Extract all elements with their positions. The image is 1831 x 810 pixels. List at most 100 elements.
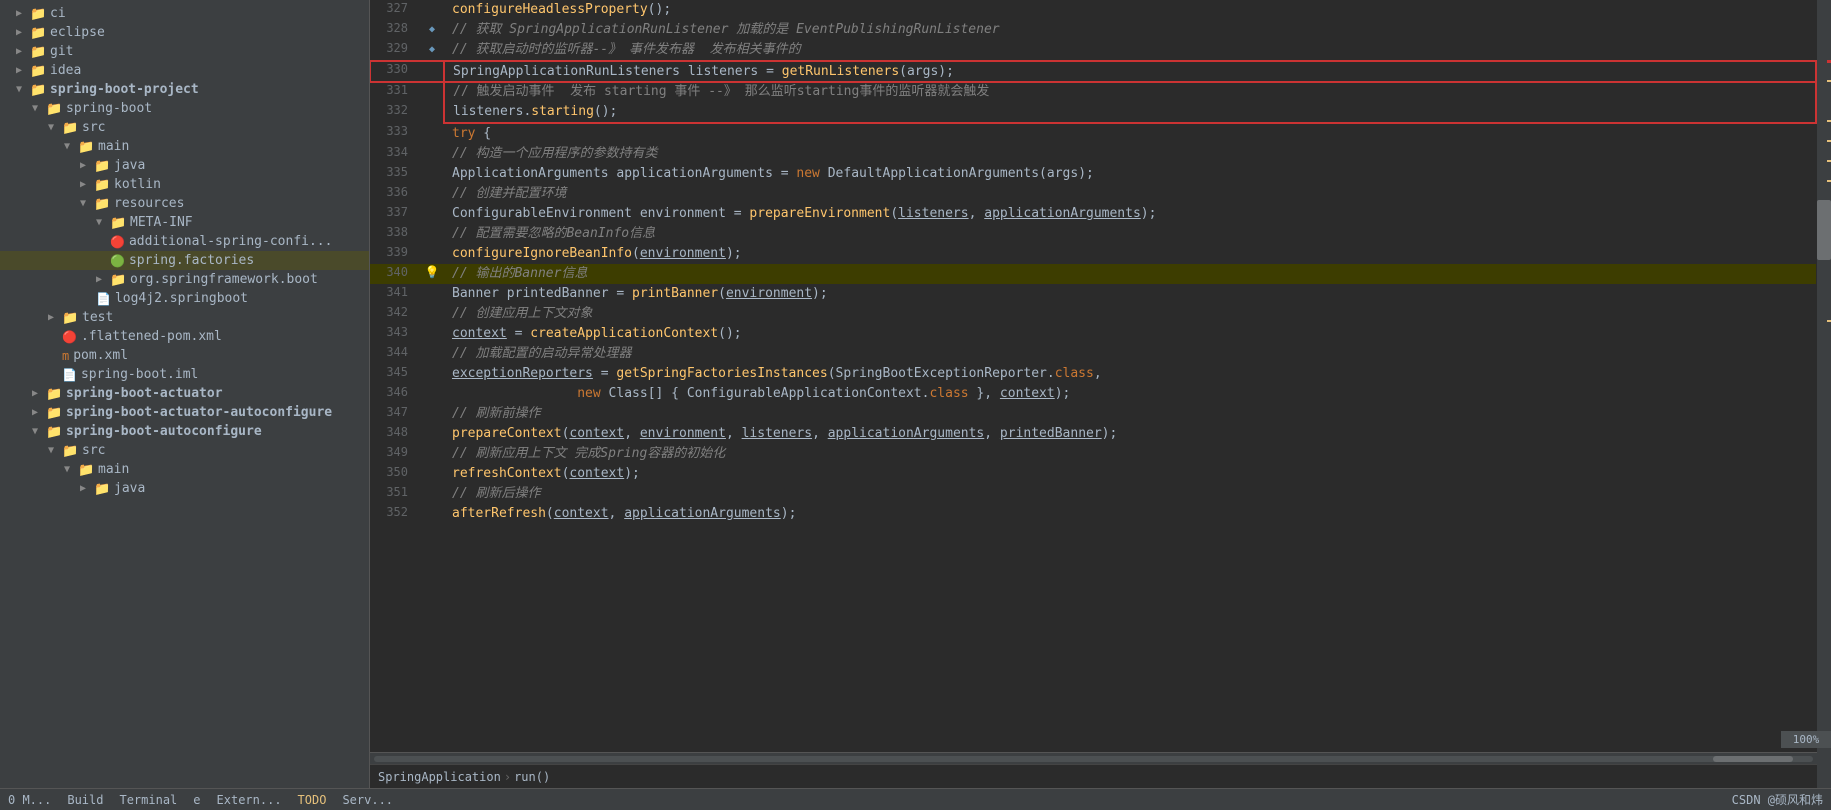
sidebar-item-log4j2[interactable]: 📄 log4j2.springboot	[0, 289, 369, 308]
sidebar-label-src: src	[82, 120, 105, 135]
main-container: ▶ 📁 ci ▶ 📁 eclipse ▶ 📁 git ▶ 📁 idea ▼ 📁 …	[0, 0, 1831, 788]
gutter-330	[420, 61, 444, 82]
sidebar-label-src2: src	[82, 443, 105, 458]
table-row: 342 // 创建应用上下文对象	[370, 304, 1816, 324]
sidebar-item-java[interactable]: ▶ 📁 java	[0, 156, 369, 175]
status-todo[interactable]: TODO	[298, 793, 327, 807]
table-row: 334 // 构造一个应用程序的参数持有类	[370, 144, 1816, 164]
gutter-342	[420, 304, 444, 324]
table-row: 337 ConfigurableEnvironment environment …	[370, 204, 1816, 224]
sidebar-item-main[interactable]: ▼ 📁 main	[0, 137, 369, 156]
line-number: 339	[370, 244, 420, 264]
line-number: 332	[370, 102, 420, 123]
sidebar-label-test: test	[82, 310, 113, 325]
horizontal-scrollbar[interactable]	[370, 752, 1817, 764]
breadcrumb-run[interactable]: run()	[514, 770, 550, 784]
sidebar-item-git[interactable]: ▶ 📁 git	[0, 42, 369, 61]
status-serv[interactable]: Serv...	[342, 793, 393, 807]
sidebar-item-actuator-auto[interactable]: ▶ 📁 spring-boot-actuator-autoconfigure	[0, 403, 369, 422]
scrollbar-track[interactable]	[374, 756, 1813, 762]
line-code-347: // 刷新前操作	[444, 404, 1816, 424]
sidebar-label-java: java	[114, 158, 145, 173]
indicator-yellow-5	[1827, 180, 1831, 182]
line-code-332: listeners.starting();	[444, 102, 1816, 123]
scrollbar-thumb[interactable]	[1713, 756, 1793, 762]
gutter-345	[420, 364, 444, 384]
folder-icon-sbp: 📁	[30, 83, 46, 97]
sidebar-item-src[interactable]: ▼ 📁 src	[0, 118, 369, 137]
line-code-338: // 配置需要忽略的BeanInfo信息	[444, 224, 1816, 244]
sidebar-item-idea[interactable]: ▶ 📁 idea	[0, 61, 369, 80]
sidebar-item-ci[interactable]: ▶ 📁 ci	[0, 4, 369, 23]
editor-container: 327 configureHeadlessProperty(); 328 ◆ /…	[370, 0, 1817, 788]
folder-icon-test: 📁	[62, 311, 78, 325]
gutter-344	[420, 344, 444, 364]
sidebar-item-autoconfigure[interactable]: ▼ 📁 spring-boot-autoconfigure	[0, 422, 369, 441]
sidebar-label-ci: ci	[50, 6, 66, 21]
sidebar-item-java2[interactable]: ▶ 📁 java	[0, 479, 369, 498]
line-number: 345	[370, 364, 420, 384]
folder-icon-autoconfigure: 📁	[46, 425, 62, 439]
status-build[interactable]: Build	[67, 793, 103, 807]
status-0-m[interactable]: 0 M...	[8, 793, 51, 807]
sidebar-item-pom[interactable]: m pom.xml	[0, 346, 369, 365]
line-number: 351	[370, 484, 420, 504]
sidebar-item-main2[interactable]: ▼ 📁 main	[0, 460, 369, 479]
line-number: 352	[370, 504, 420, 524]
arrow-icon-main: ▼	[64, 141, 78, 152]
sidebar-label-java2: java	[114, 481, 145, 496]
sidebar-item-org-spring[interactable]: ▶ 📁 org.springframework.boot	[0, 270, 369, 289]
arrow-icon-actuator: ▶	[32, 388, 46, 399]
sidebar-item-iml[interactable]: 📄 spring-boot.iml	[0, 365, 369, 384]
gutter-334	[420, 144, 444, 164]
sidebar-label-additional: additional-spring-confi...	[129, 234, 333, 249]
line-code-336: // 创建并配置环境	[444, 184, 1816, 204]
status-terminal[interactable]: Terminal	[119, 793, 177, 807]
arrow-icon-main2: ▼	[64, 464, 78, 475]
sidebar-item-eclipse[interactable]: ▶ 📁 eclipse	[0, 23, 369, 42]
gutter-349	[420, 444, 444, 464]
sidebar-label-eclipse: eclipse	[50, 25, 105, 40]
table-row: 344 // 加载配置的启动异常处理器	[370, 344, 1816, 364]
line-number: 348	[370, 424, 420, 444]
table-row: 349 // 刷新应用上下文 完成Spring容器的初始化	[370, 444, 1816, 464]
file-icon-factories: 🟢	[110, 254, 125, 268]
line-code-346: new Class[] { ConfigurableApplicationCon…	[444, 384, 1816, 404]
sidebar-item-spring-boot[interactable]: ▼ 📁 spring-boot	[0, 99, 369, 118]
line-code-329: // 获取启动时的监听器--》 事件发布器 发布相关事件的	[444, 40, 1816, 61]
table-row: 332 listeners.starting();	[370, 102, 1816, 123]
sidebar-item-src2[interactable]: ▼ 📁 src	[0, 441, 369, 460]
sidebar-item-additional[interactable]: 🔴 additional-spring-confi...	[0, 232, 369, 251]
sidebar-item-flattened[interactable]: 🔴 .flattened-pom.xml	[0, 327, 369, 346]
sidebar-item-test[interactable]: ▶ 📁 test	[0, 308, 369, 327]
gutter-350	[420, 464, 444, 484]
sidebar-item-spring-factories[interactable]: 🟢 spring.factories	[0, 251, 369, 270]
folder-icon-actuator: 📁	[46, 387, 62, 401]
table-row: 338 // 配置需要忽略的BeanInfo信息	[370, 224, 1816, 244]
vertical-scroll-thumb[interactable]	[1817, 200, 1831, 260]
arrow-icon-sbp: ▼	[16, 84, 30, 95]
author-label: CSDN @硕风和炜	[1732, 791, 1823, 808]
bulb-icon-340[interactable]: 💡	[425, 265, 440, 279]
line-number: 344	[370, 344, 420, 364]
sidebar-label-autoconfigure: spring-boot-autoconfigure	[66, 424, 262, 439]
gutter-arrow-328: ◆	[429, 24, 435, 35]
breadcrumb-spring-application[interactable]: SpringApplication	[378, 770, 501, 784]
sidebar-item-metainf[interactable]: ▼ 📁 META-INF	[0, 213, 369, 232]
arrow-icon-actuator-auto: ▶	[32, 407, 46, 418]
table-row: 341 Banner printedBanner = printBanner(e…	[370, 284, 1816, 304]
sidebar-item-kotlin[interactable]: ▶ 📁 kotlin	[0, 175, 369, 194]
indicator-yellow-3	[1827, 140, 1831, 142]
sidebar-item-actuator[interactable]: ▶ 📁 spring-boot-actuator	[0, 384, 369, 403]
file-icon-pom: m	[62, 349, 69, 363]
sidebar-item-resources[interactable]: ▼ 📁 resources	[0, 194, 369, 213]
gutter-336	[420, 184, 444, 204]
line-number: 330	[370, 61, 420, 82]
sidebar-item-spring-boot-project[interactable]: ▼ 📁 spring-boot-project	[0, 80, 369, 99]
code-area[interactable]: 327 configureHeadlessProperty(); 328 ◆ /…	[370, 0, 1817, 752]
status-e[interactable]: e	[193, 793, 200, 807]
line-code-350: refreshContext(context);	[444, 464, 1816, 484]
sidebar[interactable]: ▶ 📁 ci ▶ 📁 eclipse ▶ 📁 git ▶ 📁 idea ▼ 📁 …	[0, 0, 370, 788]
folder-icon-org: 📁	[110, 273, 126, 287]
status-extern[interactable]: Extern...	[217, 793, 282, 807]
